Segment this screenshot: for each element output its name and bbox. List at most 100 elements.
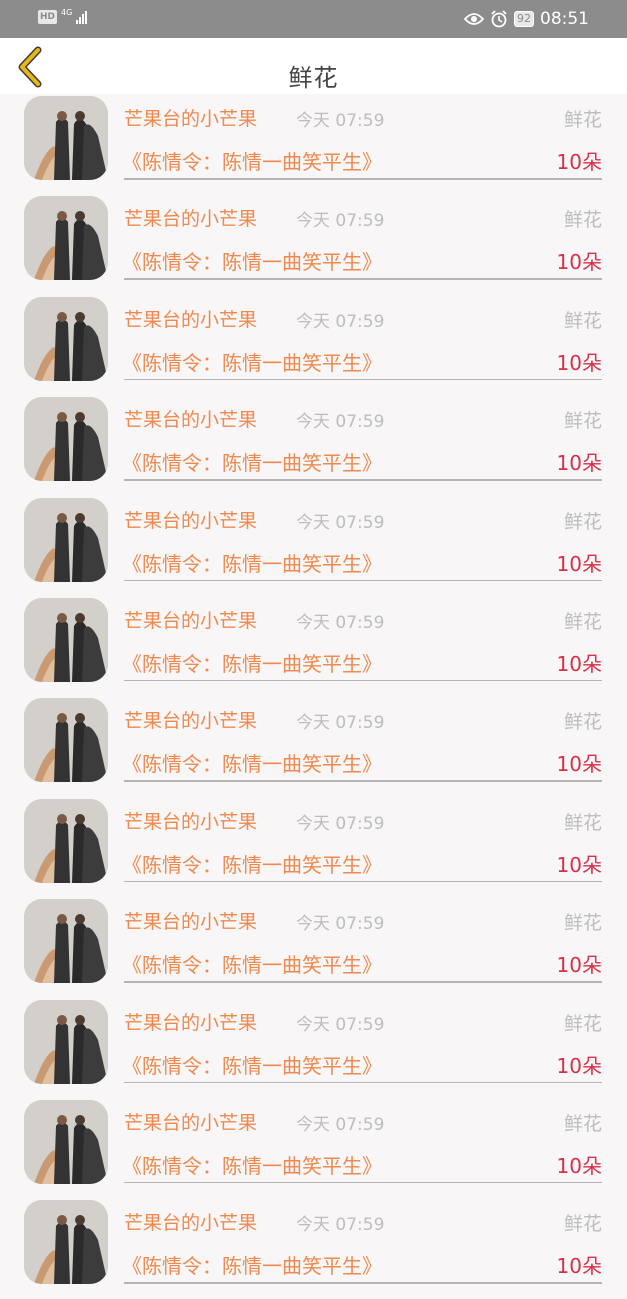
- show-title-link[interactable]: 《陈情令：陈情一曲笑平生》: [122, 1250, 382, 1279]
- list-item[interactable]: 芒果台的小芒果 今天 07:59 鲜花 《陈情令：陈情一曲笑平生》 10朵: [0, 1098, 627, 1198]
- timestamp: 今天 07:59: [296, 612, 385, 633]
- status-right: 92 08:51: [464, 9, 589, 29]
- gift-count: 10朵: [556, 953, 602, 978]
- gift-count: 10朵: [556, 350, 602, 375]
- user-name[interactable]: 芒果台的小芒果: [124, 606, 257, 633]
- gift-type: 鲜花: [563, 1112, 602, 1135]
- avatar[interactable]: [24, 196, 108, 281]
- avatar-photo: [24, 96, 108, 180]
- avatar[interactable]: [24, 497, 108, 582]
- status-left: HD 4G: [38, 9, 88, 24]
- list-item[interactable]: 芒果台的小芒果 今天 07:59 鲜花 《陈情令：陈情一曲笑平生》 10朵: [0, 295, 627, 395]
- list-item[interactable]: 芒果台的小芒果 今天 07:59 鲜花 《陈情令：陈情一曲笑平生》 10朵: [0, 998, 627, 1098]
- gift-count: 10朵: [556, 1153, 602, 1178]
- show-title-link[interactable]: 《陈情令：陈情一曲笑平生》: [122, 246, 382, 275]
- gift-count: 10朵: [556, 651, 602, 676]
- timestamp: 今天 07:59: [296, 311, 385, 332]
- gift-count: 10朵: [556, 1053, 602, 1078]
- divider: [124, 579, 602, 582]
- avatar[interactable]: [24, 397, 108, 482]
- show-title-link[interactable]: 《陈情令：陈情一曲笑平生》: [122, 849, 382, 878]
- show-title-link[interactable]: 《陈情令：陈情一曲笑平生》: [122, 347, 382, 376]
- gift-count: 10朵: [556, 150, 602, 174]
- divider: [124, 1181, 602, 1184]
- avatar-photo: [24, 999, 108, 1084]
- signal-icon: [76, 10, 88, 24]
- user-name[interactable]: 芒果台的小芒果: [124, 204, 257, 231]
- list-item[interactable]: 芒果台的小芒果 今天 07:59 鲜花 《陈情令：陈情一曲笑平生》 10朵: [0, 395, 627, 495]
- gift-count: 10朵: [556, 250, 602, 275]
- gift-type: 鲜花: [563, 811, 602, 834]
- gift-list: 芒果台的小芒果 今天 07:59 鲜花 《陈情令：陈情一曲笑平生》 10朵 芒果…: [0, 94, 627, 1299]
- hd-badge: HD: [38, 10, 58, 24]
- list-item[interactable]: 芒果台的小芒果 今天 07:59 鲜花 《陈情令：陈情一曲笑平生》 10朵: [0, 897, 627, 997]
- divider: [124, 479, 602, 481]
- show-title-link[interactable]: 《陈情令：陈情一曲笑平生》: [122, 548, 382, 577]
- divider: [124, 880, 602, 883]
- user-name[interactable]: 芒果台的小芒果: [124, 807, 257, 834]
- avatar[interactable]: [24, 899, 108, 984]
- timestamp: 今天 07:59: [296, 512, 385, 533]
- divider: [124, 1282, 602, 1284]
- avatar[interactable]: [24, 698, 108, 783]
- user-name[interactable]: 芒果台的小芒果: [124, 104, 257, 131]
- list-item[interactable]: 芒果台的小芒果 今天 07:59 鲜花 《陈情令：陈情一曲笑平生》 10朵: [0, 797, 627, 897]
- list-item[interactable]: 芒果台的小芒果 今天 07:59 鲜花 《陈情令：陈情一曲笑平生》 10朵: [0, 1198, 627, 1298]
- avatar-photo: [24, 698, 108, 783]
- gift-type: 鲜花: [563, 209, 602, 232]
- status-time: 08:51: [540, 9, 589, 29]
- divider: [124, 178, 602, 180]
- divider: [124, 780, 602, 782]
- gift-type: 鲜花: [563, 309, 602, 332]
- gift-type: 鲜花: [563, 510, 602, 533]
- avatar-photo: [24, 597, 108, 682]
- divider: [124, 981, 602, 983]
- gift-count: 10朵: [556, 1254, 602, 1279]
- timestamp: 今天 07:59: [296, 1014, 385, 1035]
- alarm-icon: [491, 10, 507, 28]
- avatar[interactable]: [24, 96, 108, 180]
- avatar[interactable]: [24, 296, 108, 381]
- user-name[interactable]: 芒果台的小芒果: [124, 405, 257, 432]
- avatar[interactable]: [24, 1200, 108, 1285]
- timestamp: 今天 07:59: [296, 713, 385, 734]
- user-name[interactable]: 芒果台的小芒果: [124, 1108, 257, 1135]
- gift-type: 鲜花: [563, 1213, 602, 1236]
- list-item[interactable]: 芒果台的小芒果 今天 07:59 鲜花 《陈情令：陈情一曲笑平生》 10朵: [0, 194, 627, 294]
- show-title-link[interactable]: 《陈情令：陈情一曲笑平生》: [122, 648, 382, 677]
- gift-count: 10朵: [556, 752, 602, 777]
- list-item[interactable]: 芒果台的小芒果 今天 07:59 鲜花 《陈情令：陈情一曲笑平生》 10朵: [0, 696, 627, 796]
- gift-type: 鲜花: [563, 711, 602, 734]
- timestamp: 今天 07:59: [296, 914, 385, 935]
- user-name[interactable]: 芒果台的小芒果: [124, 506, 257, 533]
- eye-icon: [464, 13, 484, 25]
- user-name[interactable]: 芒果台的小芒果: [124, 1208, 257, 1235]
- avatar[interactable]: [24, 999, 108, 1084]
- avatar[interactable]: [24, 597, 108, 682]
- show-title-link[interactable]: 《陈情令：陈情一曲笑平生》: [122, 1050, 382, 1079]
- show-title-link[interactable]: 《陈情令：陈情一曲笑平生》: [122, 949, 382, 978]
- user-name[interactable]: 芒果台的小芒果: [124, 706, 257, 733]
- list-item[interactable]: 芒果台的小芒果 今天 07:59 鲜花 《陈情令：陈情一曲笑平生》 10朵: [0, 94, 627, 194]
- timestamp: 今天 07:59: [296, 211, 385, 232]
- avatar[interactable]: [24, 798, 108, 883]
- gift-type: 鲜花: [563, 912, 602, 935]
- divider: [124, 679, 602, 682]
- show-title-link[interactable]: 《陈情令：陈情一曲笑平生》: [122, 1150, 382, 1179]
- avatar[interactable]: [24, 1099, 108, 1184]
- list-item[interactable]: 芒果台的小芒果 今天 07:59 鲜花 《陈情令：陈情一曲笑平生》 10朵: [0, 596, 627, 696]
- avatar-photo: [24, 798, 108, 883]
- timestamp: 今天 07:59: [296, 813, 385, 834]
- show-title-link[interactable]: 《陈情令：陈情一曲笑平生》: [122, 748, 382, 777]
- user-name[interactable]: 芒果台的小芒果: [124, 907, 257, 934]
- show-title-link[interactable]: 《陈情令：陈情一曲笑平生》: [122, 146, 382, 175]
- gift-count: 10朵: [556, 551, 602, 576]
- user-name[interactable]: 芒果台的小芒果: [124, 1008, 257, 1035]
- list-item[interactable]: 芒果台的小芒果 今天 07:59 鲜花 《陈情令：陈情一曲笑平生》 10朵: [0, 496, 627, 596]
- timestamp: 今天 07:59: [296, 111, 385, 131]
- show-title-link[interactable]: 《陈情令：陈情一曲笑平生》: [122, 447, 382, 476]
- gift-type: 鲜花: [563, 610, 602, 633]
- user-name[interactable]: 芒果台的小芒果: [124, 305, 257, 332]
- gift-type: 鲜花: [563, 410, 602, 433]
- page-title: 鲜花: [288, 64, 339, 92]
